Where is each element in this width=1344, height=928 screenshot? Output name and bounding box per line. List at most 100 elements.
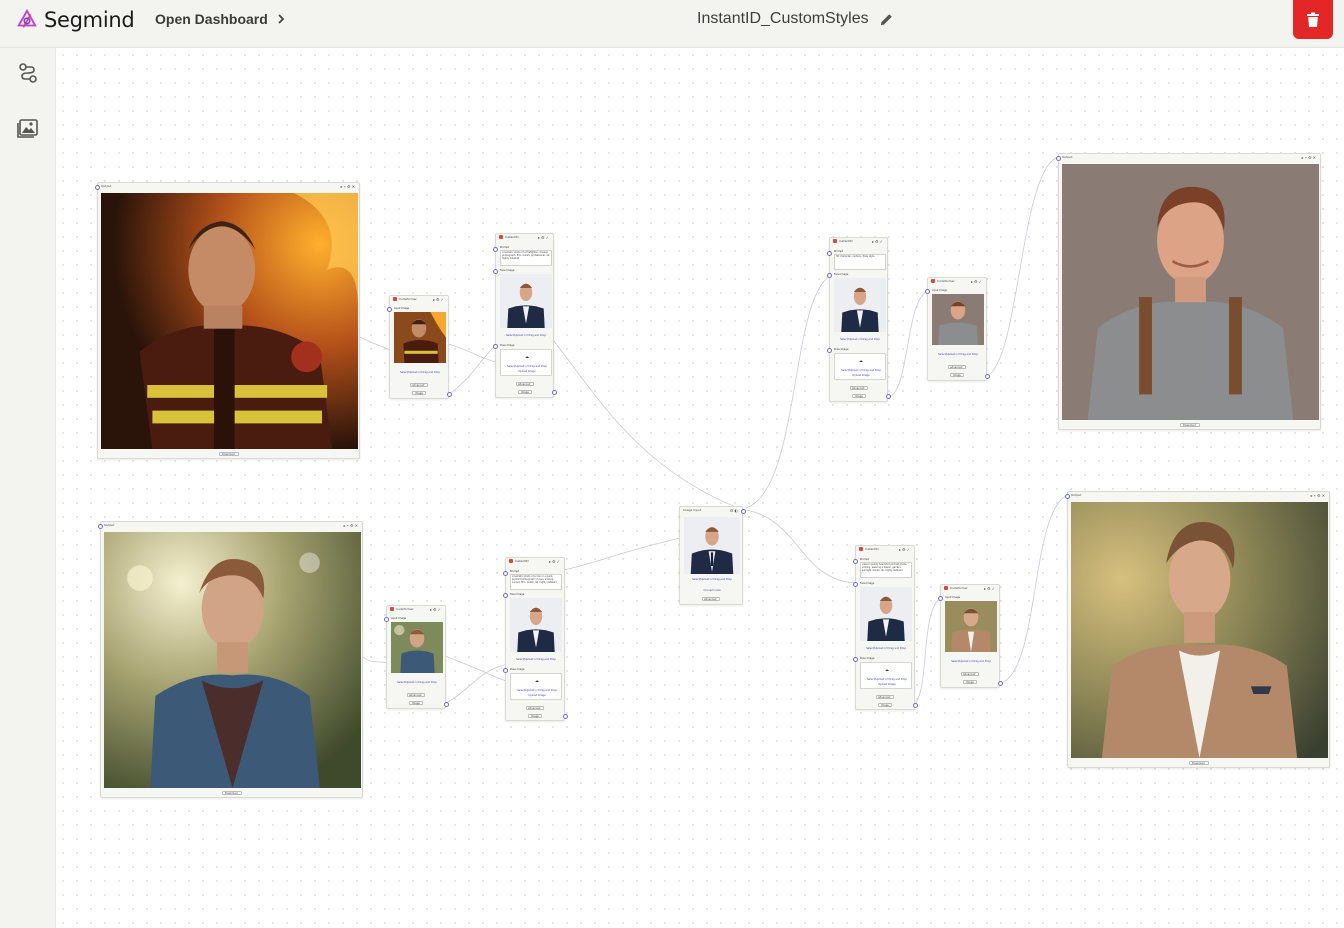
node-controls[interactable]: ▸⌁⚙✕ (1302, 155, 1317, 160)
download-button[interactable]: Download (1189, 761, 1209, 765)
instantid-node-1[interactable]: InstantID ▸⚙✓ Prompt cinematic photo of … (493, 233, 557, 398)
image-input-node[interactable]: Image Input ⚙◐ Select/Upload or Drag and… (679, 506, 746, 605)
image-type-button[interactable]: Image (852, 394, 866, 398)
download-button[interactable]: Download (1180, 423, 1200, 427)
open-dashboard-link[interactable]: Open Dashboard (155, 11, 286, 27)
image-type-button[interactable]: Image (878, 703, 892, 707)
output-node-casual[interactable]: Output ▸⌁⚙✕ Download (1056, 153, 1321, 430)
output-handle[interactable] (563, 714, 568, 719)
node-controls[interactable]: ▸⚙✓ (430, 607, 442, 612)
node-controls[interactable]: ▸⌁⚙✕ (1311, 493, 1326, 498)
upload-image-link[interactable]: Upload Image (835, 374, 887, 377)
prompt-handle[interactable] (503, 571, 508, 576)
download-button[interactable]: Download (219, 452, 239, 456)
output-node-firefighter[interactable]: Output ▸⌁⚙✕ Download (95, 182, 360, 459)
prompt-handle[interactable] (493, 247, 498, 252)
node-controls[interactable]: ⚙◐ (730, 508, 739, 513)
image-type-button[interactable]: Image (409, 701, 423, 705)
node-controls[interactable]: ▸⚙✓ (872, 239, 884, 244)
face-image-handle[interactable] (827, 273, 832, 278)
input-handle[interactable] (95, 185, 100, 190)
download-button[interactable]: Download (222, 791, 242, 795)
node-controls[interactable]: ▸⌁⚙✕ (344, 523, 359, 528)
instantid-node-3[interactable]: InstantID ▸⚙✓ Prompt cinematic photo of … (503, 557, 568, 721)
face-image-handle[interactable] (503, 593, 508, 598)
instantid-node-4[interactable]: InstantID ▸⚙✓ Prompt classic quality hea… (853, 545, 918, 710)
output-handle[interactable] (552, 390, 557, 395)
codeformer-node-2[interactable]: Codeformer ▸⚙✓ Input Image Select/Upload… (384, 605, 449, 709)
advanced-button[interactable]: Advanced (961, 672, 979, 676)
output-handle[interactable] (913, 703, 918, 708)
face-image-handle[interactable] (493, 269, 498, 274)
input-image-label: Input Image (394, 307, 410, 310)
codeformer-node-1[interactable]: Codeformer ▸⚙✓ Input Image Select/Upload… (387, 295, 452, 399)
output-handle[interactable] (998, 681, 1003, 686)
advanced-button[interactable]: Advanced (948, 365, 966, 369)
pose-image-handle[interactable] (827, 348, 832, 353)
upload-hint: Select/Upload or Drag and Drop (840, 338, 880, 341)
prompt-textarea[interactable]: cinematic photo of a firefighter, closeu… (500, 250, 552, 266)
output-handle[interactable] (447, 392, 452, 397)
node-controls[interactable]: ▸⚙✓ (433, 297, 445, 302)
instantid-node-2[interactable]: InstantID ▸⚙✓ Prompt 3D character, carto… (827, 237, 891, 402)
advanced-button[interactable]: Advanced (410, 383, 428, 387)
upload-image-link[interactable]: Upload Image (501, 370, 553, 373)
edit-pencil-icon[interactable] (879, 12, 894, 27)
output-handle[interactable] (985, 374, 990, 379)
image-type-button[interactable]: Image (518, 390, 532, 394)
segmind-logo[interactable]: Segmind (16, 8, 135, 32)
prompt-handle[interactable] (827, 251, 832, 256)
codeformer-node-4[interactable]: Codeformer ▸⚙✓ Input Image Select/Upload… (938, 584, 1003, 688)
node-controls[interactable]: ▸⚙✓ (984, 586, 996, 591)
input-handle[interactable] (1065, 494, 1070, 499)
input-handle[interactable] (1056, 156, 1061, 161)
prompt-handle[interactable] (853, 559, 858, 564)
pose-upload-area[interactable]: ☁ Select/Upload or Drag and Drop Upload … (834, 353, 886, 380)
prompt-textarea[interactable]: classic quality headshot portrait photo,… (860, 562, 912, 578)
codeformer-node-3[interactable]: Codeformer ▸⚙✓ Input Image Select/Upload… (925, 277, 990, 381)
node-controls[interactable]: ▸⚙✓ (549, 559, 561, 564)
node-title: Output (1062, 155, 1073, 159)
advanced-button[interactable]: Advanced (702, 597, 720, 601)
upload-image-link[interactable]: Upload Image (861, 683, 913, 686)
output-node-suit[interactable]: Output ▸⌁⚙✕ Download (1065, 491, 1330, 768)
input-handle[interactable] (925, 289, 930, 294)
advanced-button[interactable]: Advanced (526, 706, 544, 710)
image-type-button[interactable]: Image (412, 391, 426, 395)
output-handle[interactable] (444, 702, 449, 707)
prompt-textarea[interactable]: cinematic photo of a man in a park, port… (510, 574, 562, 590)
input-handle[interactable] (384, 617, 389, 622)
upload-cloud-icon: ☁ (885, 667, 889, 672)
output-node-park[interactable]: Output ▸⌁⚙✕ Download (98, 521, 363, 798)
face-image-handle[interactable] (853, 582, 858, 587)
gallery-icon[interactable] (16, 115, 40, 139)
pose-image-handle[interactable] (493, 344, 498, 349)
node-controls[interactable]: ▸⚙✓ (538, 235, 550, 240)
pose-upload-area[interactable]: ☁ Select/Upload or Drag and Drop Upload … (510, 673, 562, 700)
advanced-button[interactable]: Advanced (516, 382, 534, 386)
input-handle[interactable] (387, 307, 392, 312)
output-handle[interactable] (886, 394, 891, 399)
node-title: Image Input (683, 508, 702, 512)
upload-image-link[interactable]: Upload Image (511, 694, 563, 697)
pose-upload-area[interactable]: ☁ Select/Upload or Drag and Drop Upload … (500, 349, 552, 376)
advanced-button[interactable]: Advanced (876, 695, 894, 699)
prompt-textarea[interactable]: 3D character, cartoon, Pixar style (834, 254, 886, 270)
node-controls[interactable]: ▸⌁⚙✕ (341, 184, 356, 189)
connect-node-link[interactable]: Connect node (684, 589, 740, 592)
output-handle[interactable] (741, 509, 746, 514)
delete-workflow-button[interactable] (1293, 0, 1333, 39)
advanced-button[interactable]: Advanced (850, 386, 868, 390)
input-handle[interactable] (98, 524, 103, 529)
advanced-button[interactable]: Advanced (407, 693, 425, 697)
pose-image-handle[interactable] (853, 657, 858, 662)
image-type-button[interactable]: Image (950, 373, 964, 377)
pose-upload-area[interactable]: ☁ Select/Upload or Drag and Drop Upload … (860, 662, 912, 689)
input-handle[interactable] (938, 596, 943, 601)
image-type-button[interactable]: Image (963, 680, 977, 684)
pose-image-handle[interactable] (503, 668, 508, 673)
workflow-icon[interactable] (16, 61, 40, 85)
node-controls[interactable]: ▸⚙✓ (899, 547, 911, 552)
node-controls[interactable]: ▸⚙✓ (971, 279, 983, 284)
image-type-button[interactable]: Image (528, 714, 542, 718)
